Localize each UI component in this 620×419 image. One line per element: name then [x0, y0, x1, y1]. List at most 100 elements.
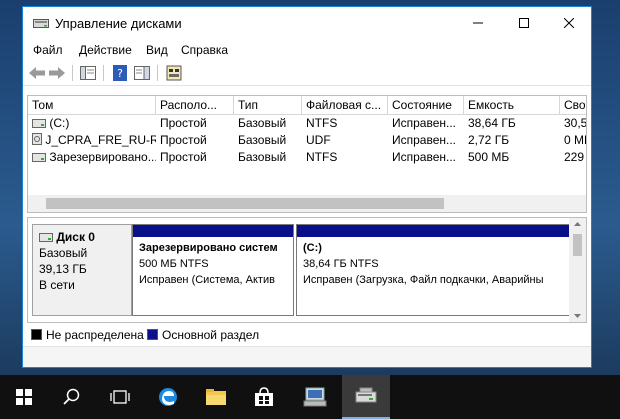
forward-arrow-icon	[49, 67, 65, 79]
partition-name: Зарезервировано систем	[139, 242, 278, 254]
store-icon	[255, 387, 273, 406]
capacity-cell: 38,64 ГБ	[468, 116, 516, 130]
filesystem-cell: NTFS	[306, 116, 338, 130]
partition-system-reserved[interactable]: Зарезервировано систем 500 МБ NTFS Испра…	[132, 224, 294, 316]
column-header-capacity[interactable]: Емкость	[464, 96, 560, 114]
primary-partition-band	[133, 225, 293, 237]
volume-name: Зарезервировано...	[49, 150, 156, 164]
layout-cell: Простой	[160, 116, 207, 130]
volume-list-header: Том Располо... Тип Файловая с... Состоян…	[28, 96, 586, 115]
menu-bar: Файл Действие Вид Справка	[23, 39, 591, 61]
edge-button[interactable]	[144, 375, 192, 419]
task-view-icon	[110, 390, 130, 404]
action-pane-icon	[134, 66, 150, 80]
store-button[interactable]	[240, 375, 288, 419]
partition-status: Исправен (Система, Актив	[139, 274, 275, 286]
partition-size: 500 МБ NTFS	[139, 258, 209, 270]
disk-graphical-view: Диск 0 Базовый 39,13 ГБ В сети Зарезерви…	[27, 217, 587, 323]
status-cell: Исправен...	[392, 133, 457, 147]
vertical-scrollbar[interactable]	[569, 218, 586, 322]
minimize-icon	[473, 22, 483, 24]
file-explorer-icon	[206, 389, 226, 405]
computer-management-button[interactable]	[292, 375, 340, 419]
taskbar	[0, 375, 620, 419]
partition-c[interactable]: (C:) 38,64 ГБ NTFS Исправен (Загрузка, Ф…	[296, 224, 570, 316]
disk-management-taskbar-button[interactable]	[342, 375, 390, 419]
dvd-drive-icon	[32, 133, 42, 145]
volume-drive-icon	[32, 153, 46, 162]
disk-size: 39,13 ГБ	[39, 262, 87, 276]
volume-name: (C:)	[49, 116, 70, 130]
disk-type: Базовый	[39, 246, 88, 260]
horizontal-scrollbar[interactable]	[28, 195, 586, 212]
scroll-down-icon	[574, 314, 581, 318]
minimize-button[interactable]	[455, 7, 501, 39]
table-row[interactable]: J_CPRA_FRE_RU-R... Простой Базовый UDF И…	[28, 132, 586, 149]
svg-text:?: ?	[117, 67, 123, 80]
help-button[interactable]: ?	[111, 64, 129, 82]
type-cell: Базовый	[238, 116, 287, 130]
primary-partition-swatch	[147, 329, 158, 340]
scrollbar-thumb[interactable]	[46, 198, 444, 209]
disk-management-window: Управление дисками Файл Действие Вид Спр…	[22, 6, 592, 368]
layout-cell: Простой	[160, 133, 207, 147]
partition-name: (C:)	[303, 242, 322, 254]
scroll-up-icon	[574, 222, 581, 226]
search-button[interactable]	[48, 375, 96, 419]
help-icon: ?	[113, 65, 127, 81]
table-row[interactable]: Зарезервировано... Простой Базовый NTFS …	[28, 149, 586, 166]
properties-icon	[166, 65, 182, 81]
disk-0-label[interactable]: Диск 0 Базовый 39,13 ГБ В сети	[32, 224, 132, 316]
file-explorer-button[interactable]	[192, 375, 240, 419]
primary-partition-band	[297, 225, 569, 237]
menu-file[interactable]: Файл	[33, 43, 63, 57]
legend: Не распределена Основной раздел	[27, 325, 587, 345]
disk-management-app-icon	[33, 19, 49, 28]
toolbar-separator	[157, 65, 158, 81]
status-bar	[23, 346, 591, 367]
close-button[interactable]	[546, 7, 592, 39]
volume-cell: J_CPRA_FRE_RU-R...	[28, 132, 156, 149]
edge-icon	[159, 388, 177, 406]
partition-size: 38,64 ГБ NTFS	[303, 258, 379, 270]
filesystem-cell: NTFS	[306, 150, 338, 164]
toolbar: ?	[23, 61, 591, 86]
layout-cell: Простой	[160, 150, 207, 164]
show-hide-console-tree-button[interactable]	[79, 64, 97, 82]
volume-cell: Зарезервировано...	[28, 149, 156, 166]
scrollbar-thumb[interactable]	[573, 234, 582, 256]
column-header-status[interactable]: Состояние	[388, 96, 464, 114]
menu-view[interactable]: Вид	[146, 43, 168, 57]
volume-name: J_CPRA_FRE_RU-R...	[45, 133, 156, 147]
title-bar[interactable]: Управление дисками	[23, 7, 591, 39]
column-header-free[interactable]: Своб	[560, 96, 586, 114]
back-arrow-icon	[29, 67, 45, 79]
computer-management-icon	[303, 387, 327, 407]
back-button[interactable]	[28, 64, 46, 82]
forward-button[interactable]	[48, 64, 66, 82]
capacity-cell: 2,72 ГБ	[468, 133, 510, 147]
start-button[interactable]	[0, 375, 48, 419]
close-icon	[564, 18, 574, 28]
console-tree-icon	[80, 66, 96, 80]
windows-start-icon	[16, 389, 32, 405]
toolbar-separator	[72, 65, 73, 81]
search-icon	[63, 388, 80, 405]
legend-unallocated: Не распределена	[46, 328, 144, 342]
task-view-button[interactable]	[96, 375, 144, 419]
window-title: Управление дисками	[55, 16, 182, 31]
column-header-type[interactable]: Тип	[234, 96, 302, 114]
table-row[interactable]: (C:) Простой Базовый NTFS Исправен... 38…	[28, 115, 586, 132]
properties-button[interactable]	[165, 64, 183, 82]
disk-status: В сети	[39, 278, 75, 292]
maximize-button[interactable]	[501, 7, 547, 39]
show-action-pane-button[interactable]	[133, 64, 151, 82]
column-header-filesystem[interactable]: Файловая с...	[302, 96, 388, 114]
column-header-volume[interactable]: Том	[28, 96, 156, 114]
volume-drive-icon	[32, 119, 46, 128]
column-header-layout[interactable]: Располо...	[156, 96, 234, 114]
menu-action[interactable]: Действие	[79, 43, 132, 57]
menu-help[interactable]: Справка	[181, 43, 228, 57]
disk-icon	[39, 233, 53, 242]
filesystem-cell: UDF	[306, 133, 331, 147]
